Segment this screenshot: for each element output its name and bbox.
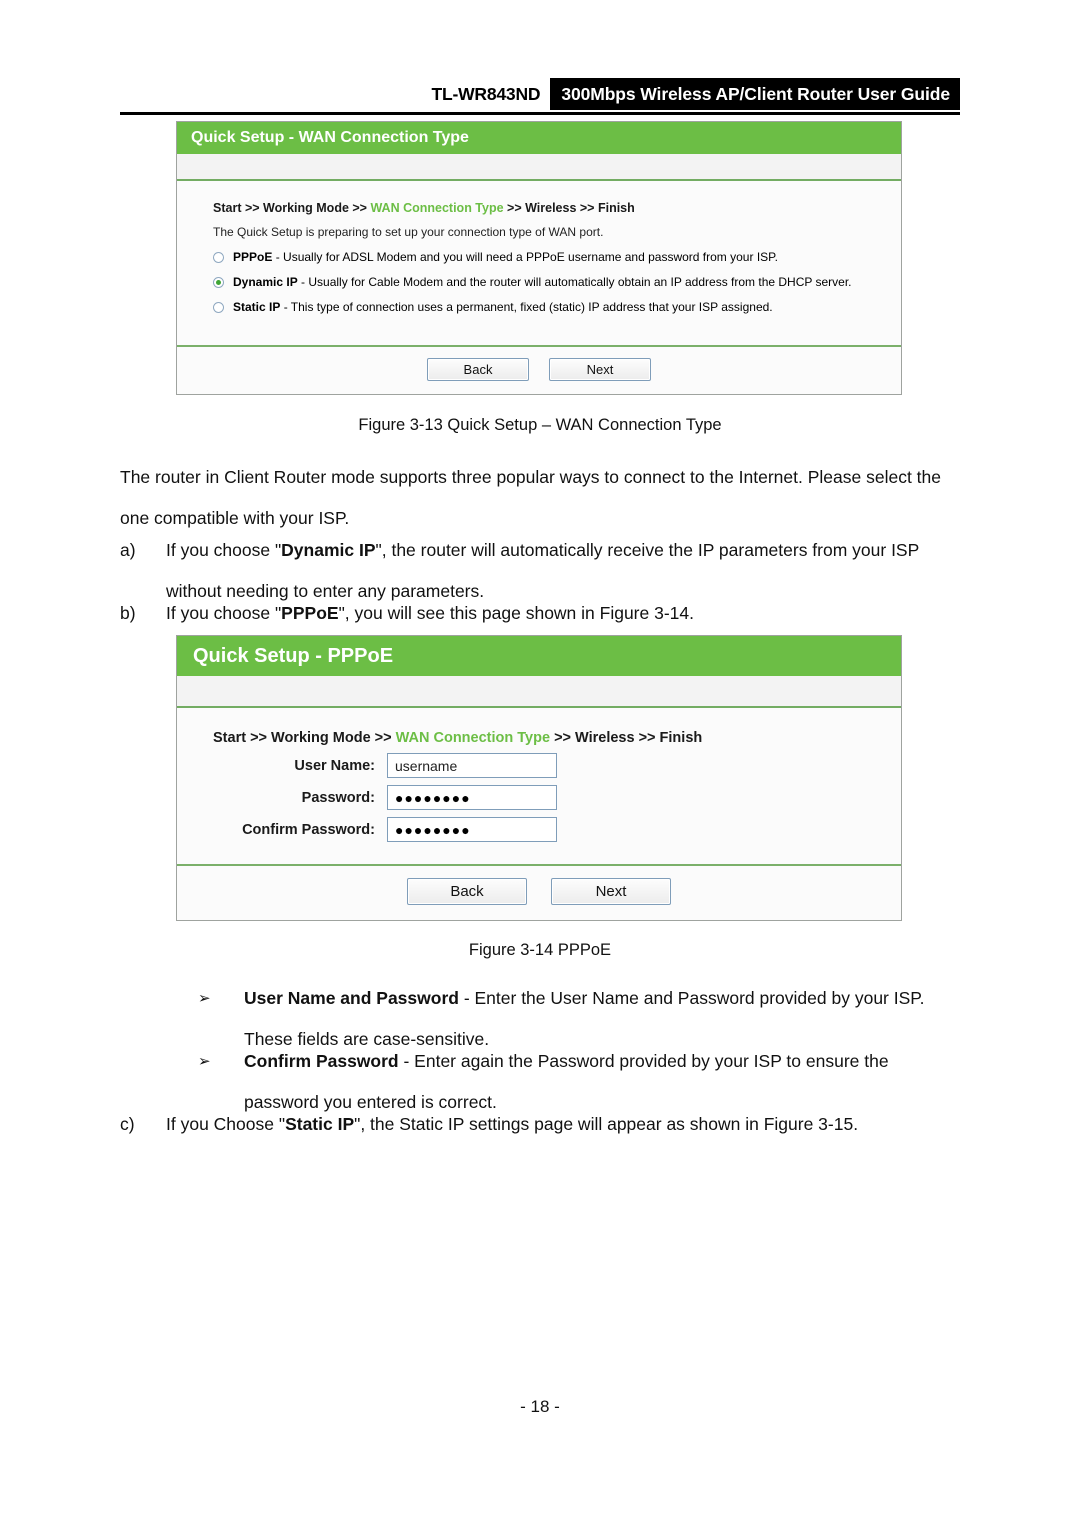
next-button-pppoe[interactable]: Next xyxy=(551,877,671,905)
screenshot-wan-connection-type: Quick Setup - WAN Connection Type Start … xyxy=(176,121,902,395)
header-model-name: TL-WR843ND xyxy=(431,83,541,104)
button-row-wan: Back Next xyxy=(177,352,901,386)
list-item-b: b) If you choose "PPPoE", you will see t… xyxy=(120,593,968,634)
next-button-wan[interactable]: Next xyxy=(549,357,651,381)
item-c-bold: Static IP xyxy=(285,1114,355,1134)
back-button-pppoe[interactable]: Back xyxy=(407,877,527,905)
radio-name-pppoe: PPPoE xyxy=(233,250,273,264)
page-running-header: TL-WR843ND 300Mbps Wireless AP/Client Ro… xyxy=(120,78,960,110)
input-confirm-password[interactable]: ●●●●●●●● xyxy=(387,817,557,842)
radio-desc-dynamic-ip: - Usually for Cable Modem and the router… xyxy=(297,275,852,289)
radio-label-dynamic-ip: Dynamic IP - Usually for Cable Modem and… xyxy=(233,275,852,289)
label-confirm-password: Confirm Password: xyxy=(242,821,375,838)
back-button-wan[interactable]: Back xyxy=(427,357,529,381)
breadcrumb-after: >> Wireless >> Finish xyxy=(503,201,635,215)
intro-paragraph: The router in Client Router mode support… xyxy=(120,467,942,528)
page-number: - 18 - xyxy=(520,1397,560,1416)
list-text-b: If you choose "PPPoE", you will see this… xyxy=(166,593,968,634)
button-row-pppoe: Back Next xyxy=(177,872,901,910)
item-b-prefix: If you choose " xyxy=(166,603,282,623)
radio-label-static-ip: Static IP - This type of connection uses… xyxy=(233,300,773,314)
breadcrumb-wan: Start >> Working Mode >> WAN Connection … xyxy=(213,201,901,215)
radio-option-pppoe[interactable]: PPPoE - Usually for ADSL Modem and you w… xyxy=(213,250,901,264)
item-c-rest: ", the Static IP settings page will appe… xyxy=(354,1114,859,1134)
radio-desc-static-ip: - This type of connection uses a permane… xyxy=(280,300,773,314)
input-user-name[interactable]: username xyxy=(387,753,557,778)
bullet-2-bold: Confirm Password xyxy=(244,1051,399,1071)
breadcrumb-active-step: WAN Connection Type xyxy=(370,201,504,215)
radio-option-dynamic-ip[interactable]: Dynamic IP - Usually for Cable Modem and… xyxy=(213,275,901,289)
bullet-1-bold: User Name and Password xyxy=(244,988,459,1008)
form-row-confirm-password: Confirm Password: ●●●●●●●● xyxy=(177,817,901,842)
figure-caption-3-14: Figure 3-14 PPPoE xyxy=(468,941,612,959)
radio-icon-dynamic-ip[interactable] xyxy=(213,277,224,288)
header-title-band: 300Mbps Wireless AP/Client Router User G… xyxy=(550,78,960,110)
figure-caption-3-13: Figure 3-13 Quick Setup – WAN Connection… xyxy=(358,416,722,434)
radio-icon-static-ip[interactable] xyxy=(213,302,224,313)
panel-title-pppoe: Quick Setup - PPPoE xyxy=(177,636,901,676)
breadcrumb-pppoe: Start >> Working Mode >> WAN Connection … xyxy=(213,730,901,746)
breadcrumb-active-step: WAN Connection Type xyxy=(395,730,551,746)
form-row-username: User Name: username xyxy=(177,753,901,778)
panel-footer-separator-wan xyxy=(177,345,901,347)
item-c-prefix: If you Choose " xyxy=(166,1114,286,1134)
radio-desc-pppoe: - Usually for ADSL Modem and you will ne… xyxy=(272,250,778,264)
screenshot-pppoe: Quick Setup - PPPoE Start >> Working Mod… xyxy=(176,635,902,921)
radio-name-static-ip: Static IP xyxy=(233,300,281,314)
header-rule xyxy=(120,112,960,115)
item-b-rest: ", you will see this page shown in Figur… xyxy=(338,603,694,623)
breadcrumb-before: Start >> Working Mode >> xyxy=(213,201,371,215)
breadcrumb-before: Start >> Working Mode >> xyxy=(213,730,396,746)
radio-label-pppoe: PPPoE - Usually for ADSL Modem and you w… xyxy=(233,250,778,264)
panel-body-pppoe: Start >> Working Mode >> WAN Connection … xyxy=(177,708,901,920)
panel-description-wan: The Quick Setup is preparing to set up y… xyxy=(213,225,604,239)
panel-body-wan: Start >> Working Mode >> WAN Connection … xyxy=(177,181,901,394)
panel-title-wan: Quick Setup - WAN Connection Type xyxy=(177,122,901,154)
label-password: Password: xyxy=(301,789,375,806)
list-item-c: c) If you Choose "Static IP", the Static… xyxy=(120,1104,968,1145)
input-password[interactable]: ●●●●●●●● xyxy=(387,785,557,810)
label-user-name: User Name: xyxy=(294,757,375,774)
item-a-bold: Dynamic IP xyxy=(281,540,376,560)
list-marker-b: b) xyxy=(120,603,136,623)
breadcrumb-after: >> Wireless >> Finish xyxy=(550,730,703,746)
list-marker-c: c) xyxy=(120,1114,135,1134)
panel-footer-separator-pppoe xyxy=(177,864,901,866)
radio-icon-pppoe[interactable] xyxy=(213,252,224,263)
item-a-prefix: If you choose " xyxy=(166,540,282,560)
radio-name-dynamic-ip: Dynamic IP xyxy=(233,275,298,289)
panel-subbar-pppoe xyxy=(177,676,901,706)
list-text-c: If you Choose "Static IP", the Static IP… xyxy=(166,1104,968,1145)
form-row-password: Password: ●●●●●●●● xyxy=(177,785,901,810)
panel-subbar-wan xyxy=(177,154,901,179)
radio-option-static-ip[interactable]: Static IP - This type of connection uses… xyxy=(213,300,901,314)
item-b-bold: PPPoE xyxy=(281,603,339,623)
